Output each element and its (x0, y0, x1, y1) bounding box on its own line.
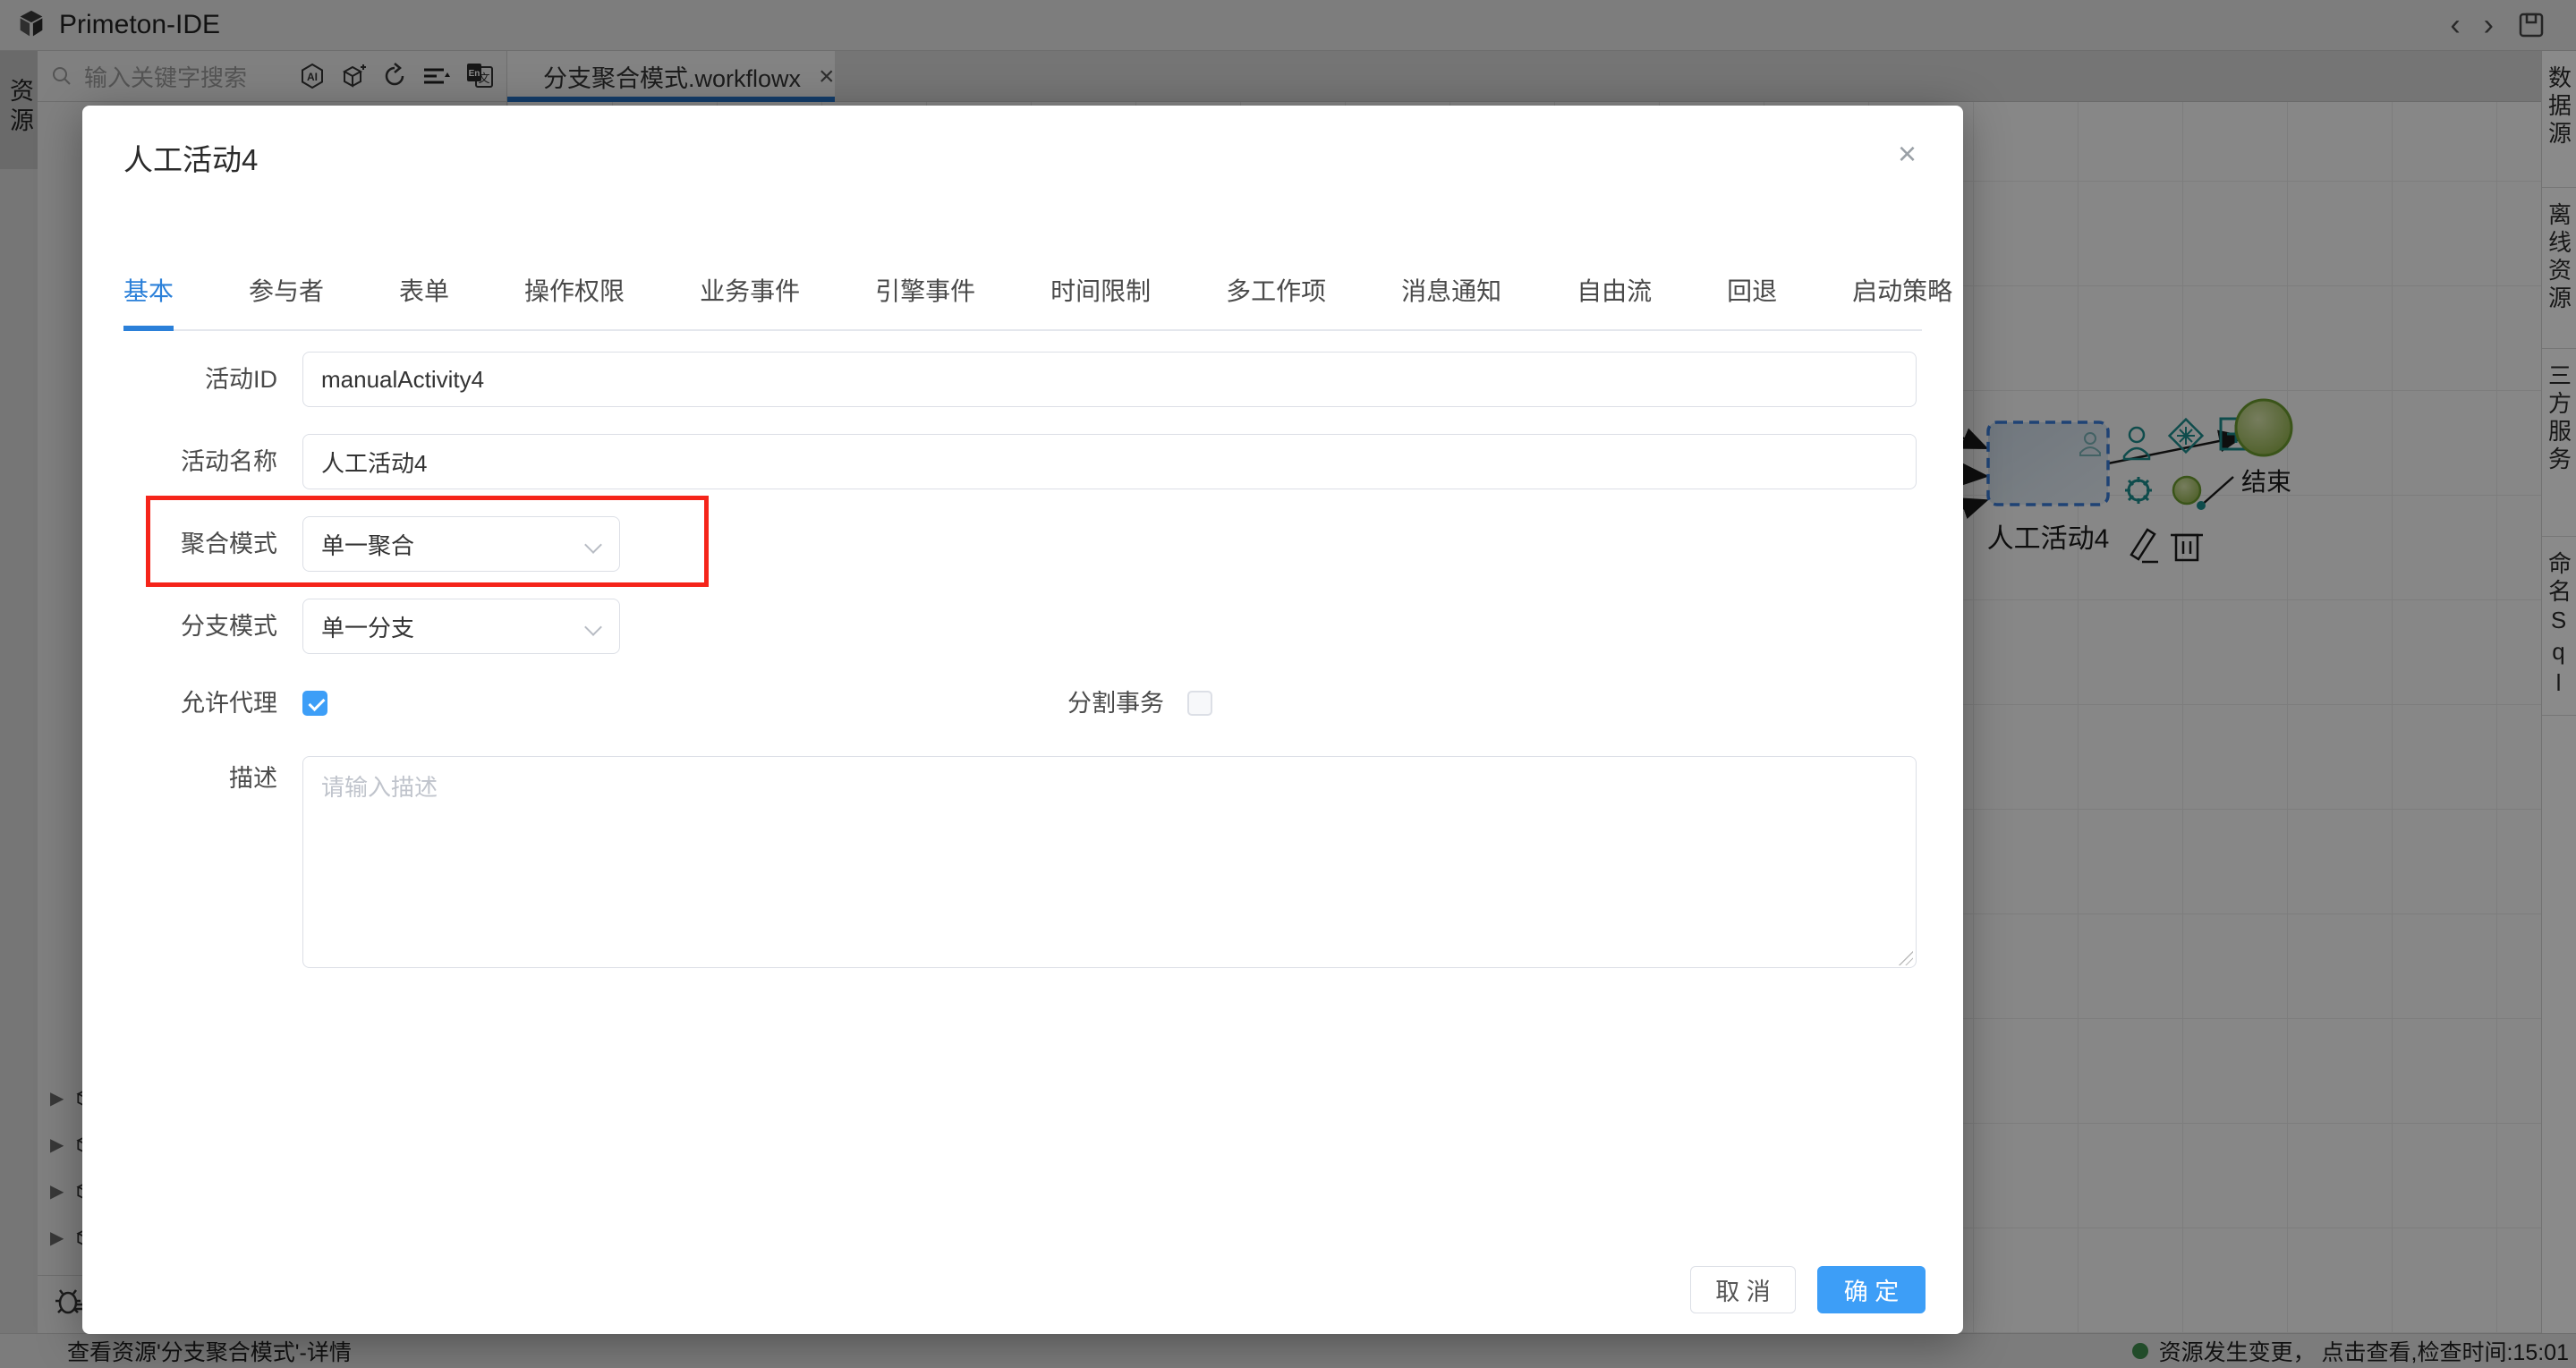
activity-name-input[interactable] (302, 434, 1917, 489)
tab-start-strategy[interactable]: 启动策略 (1852, 272, 1952, 308)
branch-mode-label: 分支模式 (181, 613, 277, 640)
tab-form[interactable]: 表单 (399, 272, 449, 308)
description-label: 描述 (229, 765, 277, 792)
aggregation-mode-label: 聚合模式 (181, 531, 277, 557)
tab-operation-permissions[interactable]: 操作权限 (524, 272, 625, 308)
allow-delegate-checkbox[interactable] (302, 691, 327, 716)
dialog-tabs: 基本 参与者 表单 操作权限 业务事件 引擎事件 时间限制 多工作项 消息通知 … (123, 272, 1952, 331)
description-textarea[interactable] (302, 756, 1917, 968)
tab-rollback[interactable]: 回退 (1727, 272, 1777, 308)
chevron-down-icon (584, 618, 602, 636)
tab-time-limit[interactable]: 时间限制 (1050, 272, 1151, 308)
dialog-title: 人工活动4 (123, 143, 259, 176)
activity-settings-dialog: 人工活动4 × 基本 参与者 表单 操作权限 业务事件 引擎事件 时间限制 多工… (82, 106, 1963, 1334)
resize-grip-icon[interactable] (1899, 951, 1913, 965)
aggregation-mode-value: 单一聚合 (321, 531, 415, 559)
branch-mode-value: 单一分支 (321, 614, 415, 642)
tab-engine-events[interactable]: 引擎事件 (875, 272, 975, 308)
tab-business-events[interactable]: 业务事件 (700, 272, 800, 308)
activity-id-input[interactable] (302, 352, 1917, 407)
aggregation-mode-select[interactable]: 单一聚合 (302, 516, 620, 572)
ok-button[interactable]: 确 定 (1817, 1266, 1926, 1313)
branch-mode-select[interactable]: 单一分支 (302, 599, 620, 654)
tab-notifications[interactable]: 消息通知 (1401, 272, 1501, 308)
split-transaction-label: 分割事务 (1067, 690, 1164, 717)
tab-basic[interactable]: 基本 (123, 272, 174, 331)
activity-id-label: 活动ID (205, 366, 277, 393)
chevron-down-icon (584, 536, 602, 554)
tab-multi-workitem[interactable]: 多工作项 (1226, 272, 1326, 308)
tab-free-flow[interactable]: 自由流 (1577, 272, 1652, 308)
cancel-button[interactable]: 取 消 (1690, 1266, 1796, 1313)
allow-delegate-label: 允许代理 (181, 690, 277, 717)
tab-participants[interactable]: 参与者 (249, 272, 324, 308)
split-transaction-checkbox[interactable] (1187, 691, 1212, 716)
dialog-close-icon[interactable]: × (1898, 138, 1917, 170)
activity-name-label: 活动名称 (181, 448, 277, 475)
